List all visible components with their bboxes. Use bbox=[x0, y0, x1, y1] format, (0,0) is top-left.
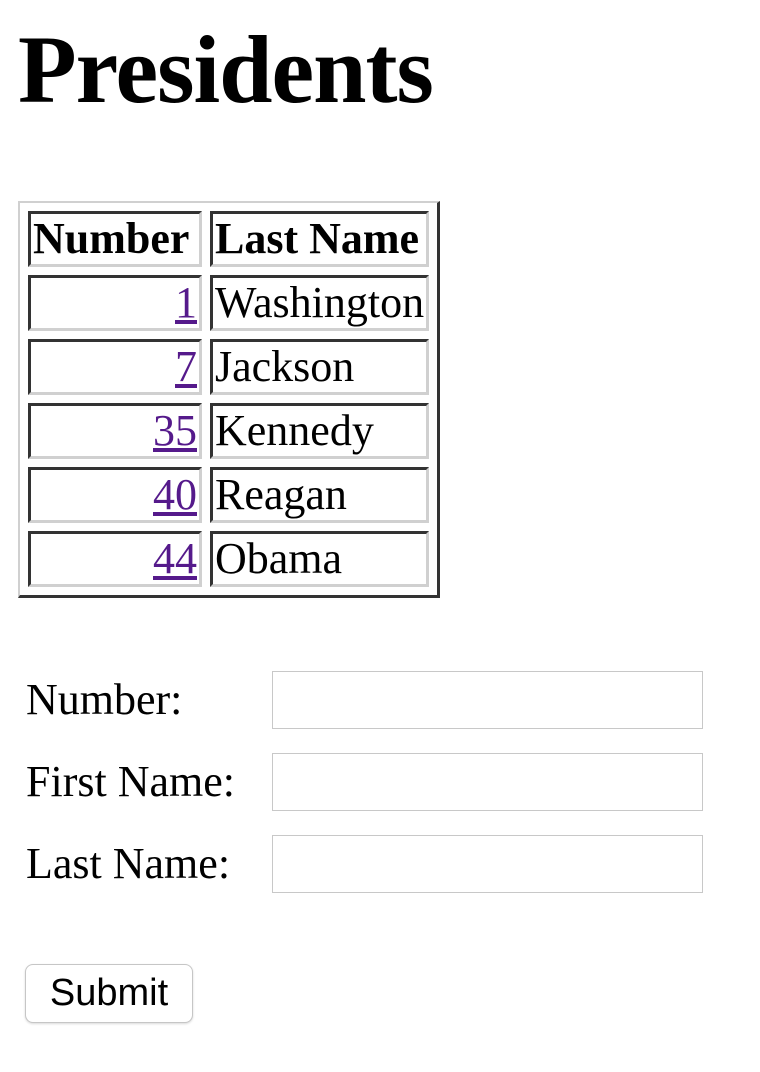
last-name-cell: Obama bbox=[210, 531, 430, 587]
table-row: 35 Kennedy bbox=[28, 403, 430, 459]
presidents-table: Number Last Name 1 Washington 7 Jackson … bbox=[18, 201, 441, 598]
first-name-form-row: First Name: bbox=[26, 753, 716, 811]
first-name-field[interactable] bbox=[272, 753, 703, 811]
president-number-link[interactable]: 44 bbox=[153, 534, 197, 583]
table-header-row: Number Last Name bbox=[28, 211, 430, 267]
president-number-link[interactable]: 35 bbox=[153, 406, 197, 455]
number-cell: 1 bbox=[28, 275, 202, 331]
president-number-link[interactable]: 1 bbox=[175, 278, 197, 327]
table-row: 1 Washington bbox=[28, 275, 430, 331]
number-column-header: Number bbox=[28, 211, 202, 267]
submit-button[interactable]: Submit bbox=[25, 964, 193, 1023]
number-form-row: Number: bbox=[26, 671, 716, 729]
last-name-cell: Kennedy bbox=[210, 403, 430, 459]
table-row: 7 Jackson bbox=[28, 339, 430, 395]
last-name-cell: Washington bbox=[210, 275, 430, 331]
number-cell: 40 bbox=[28, 467, 202, 523]
last-name-field[interactable] bbox=[272, 835, 703, 893]
number-field[interactable] bbox=[272, 671, 703, 729]
number-cell: 44 bbox=[28, 531, 202, 587]
last-name-cell: Reagan bbox=[210, 467, 430, 523]
table-row: 44 Obama bbox=[28, 531, 430, 587]
last-name-field-label: Last Name: bbox=[26, 839, 231, 888]
table-row: 40 Reagan bbox=[28, 467, 430, 523]
page-title: Presidents bbox=[18, 16, 434, 123]
first-name-field-label: First Name: bbox=[26, 757, 235, 806]
president-number-link[interactable]: 40 bbox=[153, 470, 197, 519]
number-field-label: Number: bbox=[26, 675, 183, 724]
last-name-cell: Jackson bbox=[210, 339, 430, 395]
last-name-form-row: Last Name: bbox=[26, 835, 716, 893]
last-name-column-header: Last Name bbox=[210, 211, 430, 267]
number-cell: 35 bbox=[28, 403, 202, 459]
president-number-link[interactable]: 7 bbox=[175, 342, 197, 391]
number-cell: 7 bbox=[28, 339, 202, 395]
